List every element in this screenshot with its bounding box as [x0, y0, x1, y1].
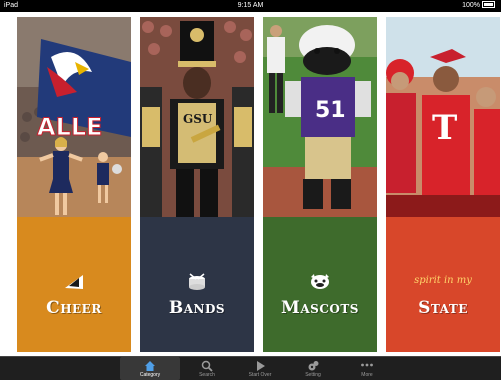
bands-photo: GSU: [140, 17, 254, 217]
state-shirt-letter: T: [432, 108, 457, 148]
tab-label-start-over: Start Over: [248, 372, 272, 378]
bands-hat-text: GSU: [183, 112, 213, 126]
bulldog-icon: [263, 273, 377, 295]
card-label-mascots: Mascots: [281, 298, 359, 318]
search-icon: [177, 359, 237, 372]
tab-label-category: Category: [139, 372, 161, 378]
category-card-cheer[interactable]: ALLE Cheer: [17, 17, 131, 352]
state-script-text: spirit in my: [414, 275, 472, 286]
tab-setting[interactable]: Setting: [283, 357, 343, 380]
status-time: 9:15 AM: [237, 2, 264, 9]
tab-more[interactable]: More: [337, 357, 397, 380]
battery-indicator: 100%: [462, 0, 495, 12]
category-card-bands[interactable]: GSU Bands: [140, 17, 254, 352]
battery-icon: [482, 0, 495, 8]
category-card-state[interactable]: T spirit in my State: [386, 17, 500, 352]
tab-search[interactable]: Search: [177, 357, 237, 380]
tab-bar: Category Search Start Over Setting More: [0, 356, 501, 380]
play-icon: [230, 359, 290, 372]
state-panel: spirit in my State: [386, 217, 500, 352]
drum-icon: [140, 273, 254, 295]
house-icon: [120, 359, 180, 372]
card-label-bands: Bands: [168, 298, 226, 318]
card-label-state: State: [418, 298, 468, 318]
cheer-photo: ALLE: [17, 17, 131, 217]
category-cards: ALLE Cheer GSU Bands 51 Mascots T spirit…: [0, 12, 501, 356]
tab-category[interactable]: Category: [120, 357, 180, 380]
megaphone-icon: [17, 273, 131, 295]
mascots-jersey-number: 51: [315, 98, 346, 123]
cheer-panel: Cheer: [17, 217, 131, 352]
battery-percent: 100%: [462, 2, 480, 9]
tab-label-search: Search: [199, 372, 215, 378]
card-label-cheer: Cheer: [46, 298, 102, 318]
mascots-panel: Mascots: [263, 217, 377, 352]
category-card-mascots[interactable]: 51 Mascots: [263, 17, 377, 352]
state-photo: T: [386, 17, 500, 217]
tab-start-over[interactable]: Start Over: [230, 357, 290, 380]
bands-panel: Bands: [140, 217, 254, 352]
more-icon: [337, 359, 397, 372]
tab-label-more: More: [361, 372, 373, 378]
gear-icon: [283, 359, 343, 372]
tab-label-setting: Setting: [305, 372, 321, 378]
mascots-photo: 51: [263, 17, 377, 217]
status-bar: iPad 9:15 AM 100%: [0, 0, 501, 12]
cheer-banner-text: ALLE: [37, 113, 103, 141]
